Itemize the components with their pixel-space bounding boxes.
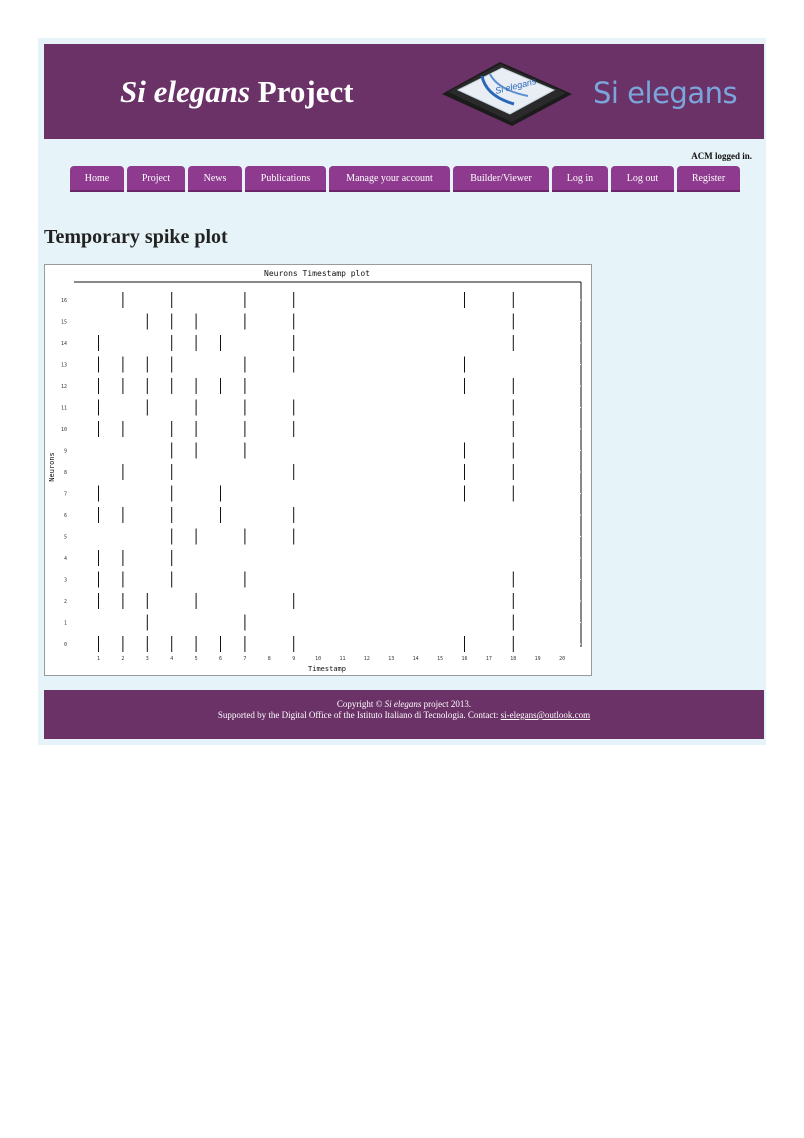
site-title-rest: Project: [250, 74, 354, 109]
x-tick-12: 12: [364, 656, 370, 662]
y-tick-9: 9: [64, 449, 67, 455]
nav-register[interactable]: Register: [677, 166, 740, 192]
nav-log-out-label: Log out: [626, 173, 659, 184]
nav-news-label: News: [203, 173, 227, 184]
support-line: Supported by the Digital Office of the I…: [44, 710, 764, 721]
x-axis-label: Timestamp: [308, 665, 346, 673]
spike-plot-svg: Neurons Timestamp plot Timestamp Neurons…: [48, 269, 582, 673]
site-title-italic: Si elegans: [120, 74, 251, 109]
contact-email-link[interactable]: si-elegans@outlook.com: [501, 710, 591, 720]
spike-rows: [74, 292, 581, 652]
x-tick-2: 2: [121, 656, 124, 662]
x-tick-10: 10: [315, 656, 321, 662]
x-tick-1: 1: [97, 656, 100, 662]
chart-title: Neurons Timestamp plot: [264, 269, 370, 278]
nav-manage-account[interactable]: Manage your account: [329, 166, 450, 192]
nav-log-in[interactable]: Log in: [552, 166, 608, 192]
x-tick-13: 13: [388, 656, 394, 662]
x-tick-15: 15: [437, 656, 443, 662]
y-tick-0: 0: [64, 642, 67, 648]
y-tick-1: 1: [64, 621, 67, 627]
site-title[interactable]: Si elegans Project: [120, 74, 354, 110]
y-axis-label: Neurons: [48, 452, 56, 482]
x-tick-7: 7: [243, 656, 246, 662]
x-tick-14: 14: [413, 656, 419, 662]
y-tick-14: 14: [61, 341, 67, 347]
y-tick-10: 10: [61, 427, 67, 433]
y-tick-16: 16: [61, 298, 67, 304]
copyright-prefix: Copyright ©: [336, 699, 385, 709]
x-tick-6: 6: [219, 656, 222, 662]
y-tick-5: 5: [64, 535, 67, 541]
x-tick-20: 20: [559, 656, 565, 662]
copyright-line: Copyright © Si elegans project 2013.: [44, 699, 764, 710]
page-heading: Temporary spike plot: [44, 226, 228, 248]
nav-log-out[interactable]: Log out: [611, 166, 674, 192]
x-tick-5: 5: [195, 656, 198, 662]
y-tick-12: 12: [61, 384, 67, 390]
y-tick-11: 11: [61, 406, 67, 412]
nav-builder-viewer-label: Builder/Viewer: [470, 173, 532, 184]
y-tick-7: 7: [64, 492, 67, 498]
spike-plot: Neurons Timestamp plot Timestamp Neurons…: [44, 264, 592, 676]
page-container: Si elegans Project Si elegans Si elegans…: [38, 38, 766, 745]
login-status: ACM logged in.: [691, 151, 752, 161]
x-tick-3: 3: [146, 656, 149, 662]
nav-home[interactable]: Home: [70, 166, 124, 192]
nav-project[interactable]: Project: [127, 166, 185, 192]
y-tick-8: 8: [64, 470, 67, 476]
y-tick-2: 2: [64, 599, 67, 605]
x-tick-11: 11: [339, 656, 345, 662]
axis-ticks: 1615141312111098765432101 2 3 4 5 6 7 8 9 10 11 12 1…: [61, 298, 565, 662]
y-tick-4: 4: [64, 556, 67, 562]
y-tick-15: 15: [61, 320, 67, 326]
copyright-suffix: project 2013.: [421, 699, 472, 709]
nav-home-label: Home: [84, 173, 110, 184]
x-tick-9: 9: [292, 656, 295, 662]
copyright-italic: Si elegans: [384, 699, 422, 709]
site-banner: Si elegans Project Si elegans Si elegans: [44, 44, 764, 139]
nav-register-label: Register: [691, 173, 726, 184]
y-tick-13: 13: [61, 363, 67, 369]
x-tick-18: 18: [510, 656, 516, 662]
nav-project-label: Project: [141, 173, 171, 184]
nav-news[interactable]: News: [188, 166, 242, 192]
x-tick-16: 16: [461, 656, 467, 662]
y-tick-3: 3: [64, 578, 67, 584]
nav-publications-label: Publications: [260, 173, 311, 184]
banner-logo-text: Si elegans: [593, 76, 738, 110]
x-tick-17: 17: [486, 656, 492, 662]
y-tick-6: 6: [64, 513, 67, 519]
x-tick-8: 8: [268, 656, 271, 662]
x-tick-4: 4: [170, 656, 173, 662]
nav-publications[interactable]: Publications: [245, 166, 326, 192]
nav-builder-viewer[interactable]: Builder/Viewer: [453, 166, 549, 192]
nav-manage-account-label: Manage your account: [346, 173, 433, 184]
chip-logo-icon: Si elegans: [442, 62, 572, 126]
nav-log-in-label: Log in: [566, 173, 594, 184]
x-tick-19: 19: [535, 656, 541, 662]
site-footer: Copyright © Si elegans project 2013. Sup…: [44, 690, 764, 739]
support-text: Supported by the Digital Office of the I…: [217, 710, 501, 720]
